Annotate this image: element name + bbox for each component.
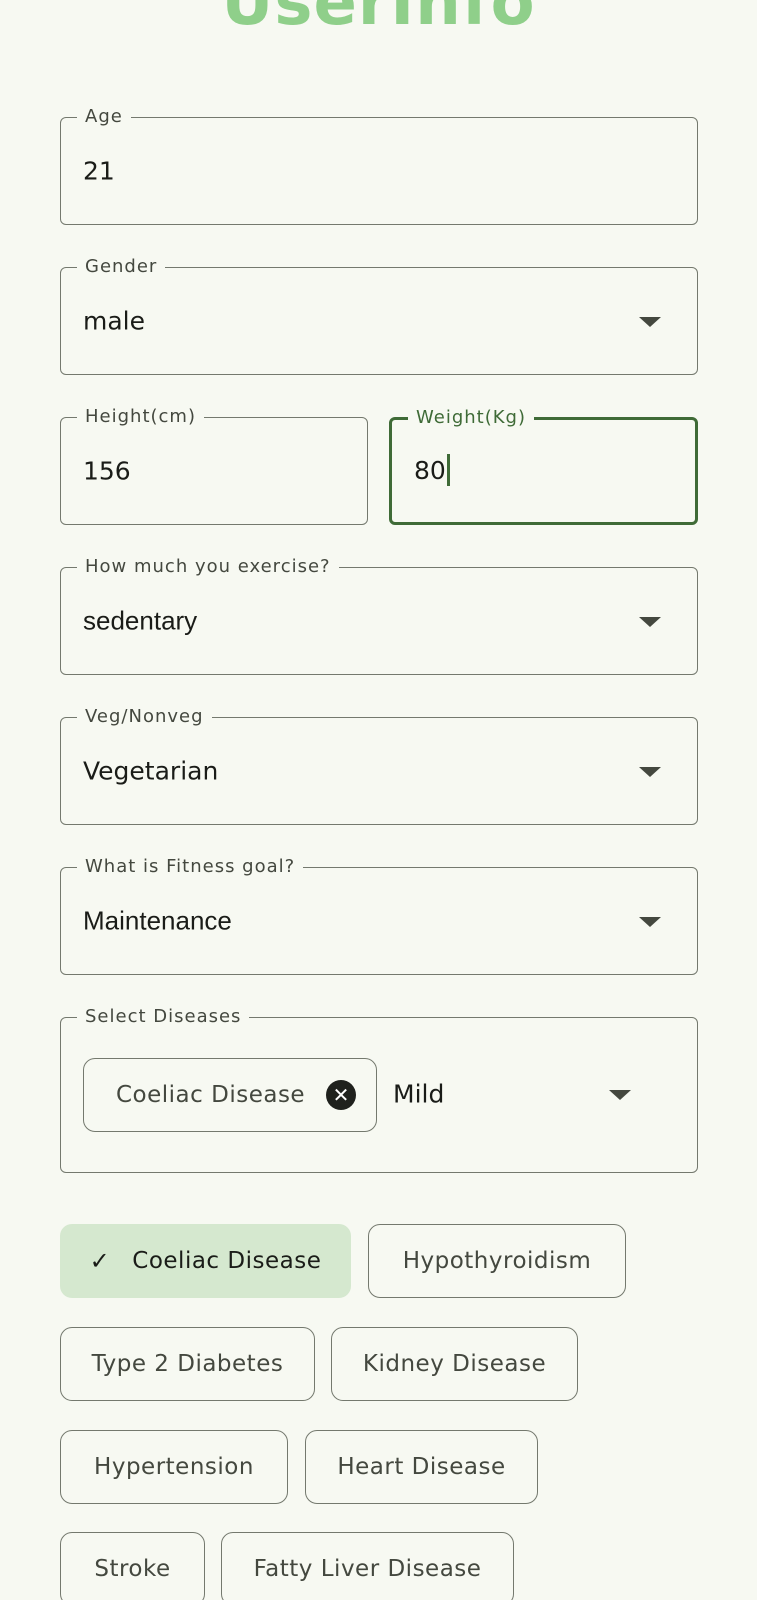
goal-dropdown[interactable]: What is Fitness goal? Maintenance — [60, 856, 698, 975]
chip-label: Coeliac Disease — [132, 1248, 322, 1274]
chip-coeliac-disease[interactable]: ✓ Coeliac Disease — [60, 1224, 351, 1298]
gender-dropdown[interactable]: Gender male — [60, 256, 698, 375]
weight-field[interactable]: Weight(Kg) 80 — [389, 407, 698, 525]
dropdown-arrow-icon[interactable] — [609, 1090, 631, 1100]
diet-dropdown[interactable]: Veg/Nonveg Vegetarian — [60, 706, 698, 825]
diet-value: Vegetarian — [83, 756, 219, 786]
diseases-label: Select Diseases — [77, 1006, 250, 1027]
goal-label: What is Fitness goal? — [77, 856, 304, 877]
diseases-field[interactable]: Select Diseases Coeliac Disease ✕ Mild — [60, 1006, 698, 1173]
chip-label: Fatty Liver Disease — [253, 1556, 482, 1582]
chip-stroke[interactable]: Stroke — [60, 1532, 205, 1600]
chip-label: Heart Disease — [337, 1454, 506, 1480]
chip-heart-disease[interactable]: Heart Disease — [305, 1430, 538, 1504]
chip-label: Type 2 Diabetes — [91, 1351, 284, 1377]
selected-disease-chip-label: Coeliac Disease — [116, 1082, 306, 1108]
goal-value: Maintenance — [83, 905, 232, 936]
page-title: UserInfo — [221, 0, 536, 40]
gender-value: male — [83, 306, 145, 336]
close-circle-icon[interactable]: ✕ — [326, 1080, 356, 1110]
severity-value[interactable]: Mild — [393, 1080, 444, 1109]
chip-label: Kidney Disease — [362, 1351, 547, 1377]
weight-value-wrap: 80 — [414, 454, 450, 486]
age-value: 21 — [83, 156, 115, 186]
exercise-value: sedentary — [83, 605, 198, 636]
chip-label: Hypertension — [94, 1454, 254, 1480]
chip-fatty-liver-disease[interactable]: Fatty Liver Disease — [221, 1532, 514, 1600]
check-icon: ✓ — [89, 1247, 111, 1275]
dropdown-arrow-icon[interactable] — [639, 917, 661, 927]
chip-type-2-diabetes[interactable]: Type 2 Diabetes — [60, 1327, 315, 1401]
chip-label: Stroke — [94, 1556, 171, 1582]
selected-disease-chip[interactable]: Coeliac Disease ✕ — [83, 1058, 377, 1132]
dropdown-arrow-icon[interactable] — [639, 617, 661, 627]
age-field[interactable]: Age 21 — [60, 106, 698, 225]
weight-value: 80 — [414, 456, 446, 485]
user-info-screen: UserInfo Age 21 Gender male Height(cm) 1… — [0, 0, 757, 1600]
chip-hypertension[interactable]: Hypertension — [60, 1430, 288, 1504]
height-field[interactable]: Height(cm) 156 — [60, 406, 368, 525]
chip-kidney-disease[interactable]: Kidney Disease — [331, 1327, 578, 1401]
weight-label: Weight(Kg) — [408, 407, 534, 428]
gender-label: Gender — [77, 256, 166, 277]
dropdown-arrow-icon[interactable] — [639, 767, 661, 777]
text-cursor — [446, 454, 450, 486]
chip-label: Hypothyroidism — [402, 1248, 592, 1274]
exercise-dropdown[interactable]: How much you exercise? sedentary — [60, 556, 698, 675]
diet-label: Veg/Nonveg — [77, 706, 212, 727]
height-label: Height(cm) — [77, 406, 204, 427]
chip-hypothyroidism[interactable]: Hypothyroidism — [368, 1224, 626, 1298]
age-label: Age — [77, 106, 131, 127]
exercise-label: How much you exercise? — [77, 556, 339, 577]
dropdown-arrow-icon[interactable] — [639, 317, 661, 327]
height-value: 156 — [83, 456, 131, 486]
